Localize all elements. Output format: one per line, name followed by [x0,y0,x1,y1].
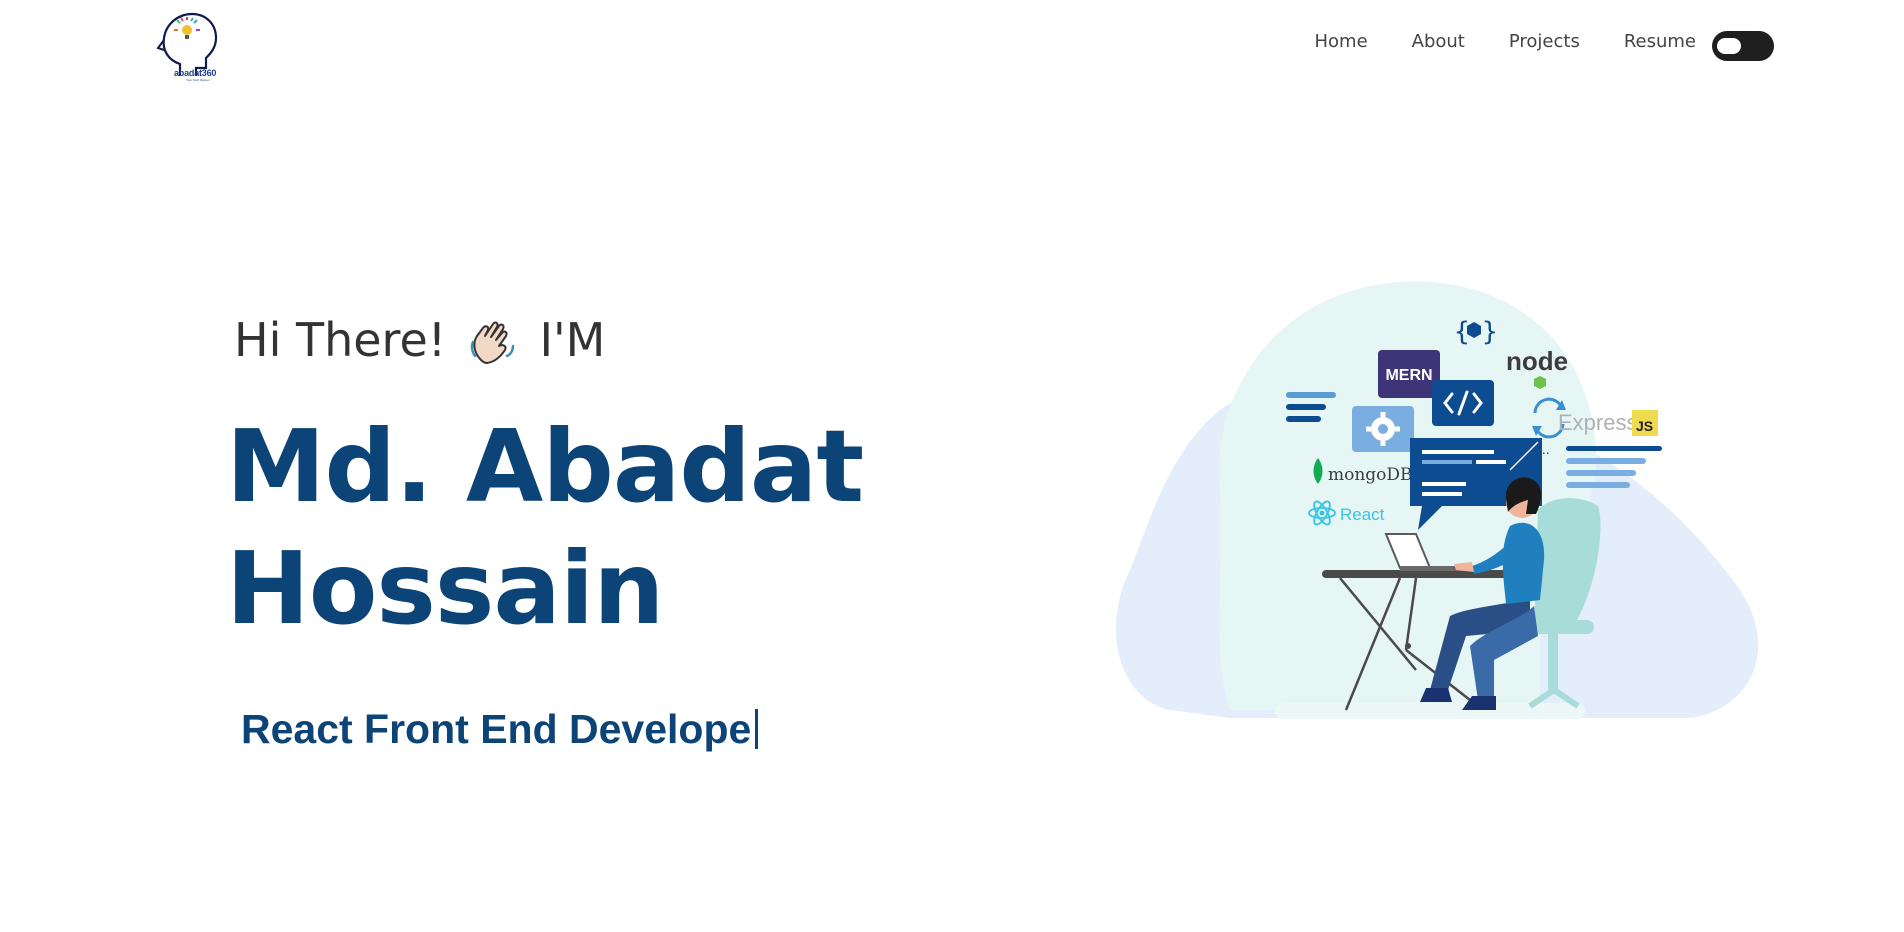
site-logo[interactable]: abadat360 Your Tech Partner [150,6,230,86]
gear-settings-icon [1352,406,1414,452]
nav-link-projects[interactable]: Projects [1509,31,1580,52]
greeting-text: Hi There! [234,313,447,367]
developer-illustration: MERN { } node ... Express JS mongoDB. Re… [1115,281,1759,719]
nav-link-resume[interactable]: Resume [1624,31,1696,52]
svg-text:}: } [1482,317,1498,347]
mongodb-label: mongoDB. [1328,465,1418,485]
nav-link-home[interactable]: Home [1314,31,1367,52]
hero-greeting: Hi There! I'M [234,313,605,368]
name-line-2: Hossain [226,530,664,647]
logo-text: abadat360 [174,68,217,78]
node-label: node [1506,346,1568,376]
code-window-icon [1432,380,1494,426]
greeting-suffix: I'M [539,313,606,367]
nav-link-about[interactable]: About [1412,31,1465,52]
mern-label: MERN [1385,367,1432,384]
hero-illustration: MERN { } node ... Express JS mongoDB. Re… [1110,270,1770,730]
typewriter-text: React Front End Develope [241,706,752,752]
hero-name: Md. Abadat Hossain [226,406,864,650]
typing-cursor [755,709,759,749]
name-line-1: Md. Abadat [226,408,864,525]
js-label: JS [1636,418,1653,434]
react-label: React [1340,505,1385,524]
expressjs-logo-icon: Express JS [1558,410,1658,436]
nav-links: Home About Projects Resume [1270,31,1696,52]
theme-toggle-knob [1717,38,1741,54]
navbar: abadat360 Your Tech Partner Home About P… [0,0,1904,90]
typewriter-role: React Front End Develope [241,706,759,753]
waving-hand-icon [467,316,519,368]
theme-toggle[interactable] [1712,31,1774,61]
mern-badge-icon: MERN [1378,350,1440,398]
page: abadat360 Your Tech Partner Home About P… [0,0,1904,932]
logo-subtext: Your Tech Partner [186,78,210,82]
express-label: Express [1558,410,1637,435]
